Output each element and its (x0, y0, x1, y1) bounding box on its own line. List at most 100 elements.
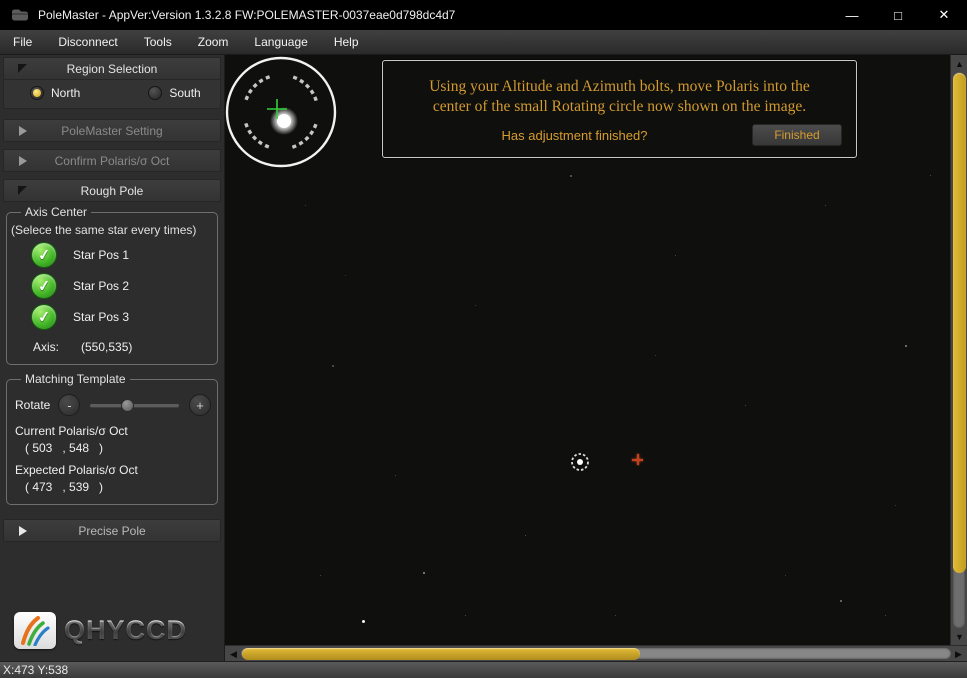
starfield[interactable]: Using your Altitude and Azimuth bolts, m… (225, 55, 950, 645)
star-dot (655, 355, 656, 356)
star-dot (395, 475, 396, 476)
status-bar: X:473 Y:538 (0, 661, 967, 678)
expander-collapsed-icon (19, 156, 27, 166)
section-label: Region Selection (27, 62, 197, 76)
star-pos-3-row: ✓ Star Pos 3 (31, 304, 211, 330)
star-pos-1-row: ✓ Star Pos 1 (31, 242, 211, 268)
star-dot (345, 275, 346, 276)
check-icon: ✓ (37, 245, 51, 264)
scroll-up-arrow-icon[interactable]: ▲ (951, 56, 967, 71)
rotate-slider[interactable] (88, 394, 181, 416)
menu-file[interactable]: File (0, 30, 45, 54)
vertical-scrollbar[interactable]: ▲ ▼ (950, 55, 967, 645)
red-cross-marker (632, 454, 643, 465)
star-dot (423, 572, 425, 574)
matching-template-legend: Matching Template (21, 372, 130, 386)
axis-center-hint: (Selece the same star every times) (11, 223, 211, 237)
section-precise-pole[interactable]: Precise Pole (3, 519, 221, 542)
horizontal-scroll-thumb[interactable] (242, 648, 640, 660)
rotating-circle-overlay (225, 55, 341, 173)
star-dot (840, 600, 842, 602)
slider-thumb[interactable] (121, 399, 134, 412)
star-dot (825, 205, 826, 206)
app-icon (10, 8, 30, 22)
section-label: PoleMaster Setting (27, 124, 197, 138)
section-confirm-polaris[interactable]: Confirm Polaris/σ Oct (3, 149, 221, 172)
app-window: PoleMaster - AppVer:Version 1.3.2.8 FW:P… (0, 0, 967, 678)
radio-south[interactable]: South (148, 86, 200, 100)
axis-center-group: Axis Center (Selece the same star every … (6, 212, 218, 365)
title-bar: PoleMaster - AppVer:Version 1.3.2.8 FW:P… (0, 0, 967, 30)
current-polaris-value: ( 503 , 548 ) (25, 441, 211, 455)
star-reticle-marker (568, 450, 592, 474)
region-radio-group: North South (3, 80, 221, 109)
sidebar: Region Selection North South PoleMaster … (0, 55, 225, 661)
expander-expanded-icon (18, 64, 27, 73)
axis-center-legend: Axis Center (21, 205, 91, 219)
radio-south-icon (148, 86, 162, 100)
star-dot (465, 615, 466, 616)
star-dot (615, 615, 616, 616)
menu-tools[interactable]: Tools (131, 30, 185, 54)
section-rough-pole[interactable]: Rough Pole (3, 179, 221, 202)
star-pos-2-label: Star Pos 2 (73, 279, 129, 293)
star-dot (525, 535, 526, 536)
star-dot (320, 575, 321, 576)
expander-collapsed-icon (19, 126, 27, 136)
section-region-selection[interactable]: Region Selection (3, 57, 221, 80)
expected-polaris-label: Expected Polaris/σ Oct (15, 463, 211, 477)
check-icon: ✓ (37, 276, 51, 295)
menu-language[interactable]: Language (241, 30, 320, 54)
rotate-minus-button[interactable]: - (58, 394, 80, 416)
star-dot (675, 255, 676, 256)
star-pos-1-button[interactable]: ✓ (31, 242, 57, 268)
cursor-coordinates: X:473 Y:538 (0, 663, 68, 677)
scroll-left-arrow-icon[interactable]: ◀ (226, 646, 241, 662)
axis-label: Axis: (33, 340, 59, 354)
star-dot (885, 615, 886, 616)
maximize-button[interactable]: □ (875, 0, 921, 30)
section-label: Precise Pole (27, 524, 197, 538)
section-polemaster-setting[interactable]: PoleMaster Setting (3, 119, 221, 142)
qhyccd-logo-icon (14, 612, 56, 649)
vertical-scroll-thumb[interactable] (953, 73, 966, 573)
star-dot (905, 345, 907, 347)
rotate-plus-button[interactable]: + (189, 394, 211, 416)
current-polaris-label: Current Polaris/σ Oct (15, 424, 211, 438)
star-dot (362, 620, 365, 623)
radio-south-label: South (169, 86, 200, 100)
menu-help[interactable]: Help (321, 30, 372, 54)
slider-track (90, 404, 179, 407)
matching-template-group: Matching Template Rotate - + Current Pol… (6, 379, 218, 505)
axis-value: (550,535) (81, 340, 132, 354)
star-dot (305, 205, 306, 206)
qhyccd-logo: QHYCCD (14, 612, 187, 649)
radio-north-icon (30, 86, 44, 100)
qhyccd-logo-text: QHYCCD (64, 615, 187, 646)
finished-button[interactable]: Finished (752, 124, 842, 146)
close-button[interactable]: ✕ (921, 0, 967, 30)
radio-north[interactable]: North (30, 86, 80, 100)
star-pos-2-button[interactable]: ✓ (31, 273, 57, 299)
section-label: Confirm Polaris/σ Oct (27, 154, 197, 168)
expected-polaris-value: ( 473 , 539 ) (25, 480, 211, 494)
window-title: PoleMaster - AppVer:Version 1.3.2.8 FW:P… (38, 8, 829, 22)
menu-zoom[interactable]: Zoom (185, 30, 242, 54)
scroll-right-arrow-icon[interactable]: ▶ (951, 646, 966, 662)
star-dot (332, 365, 334, 367)
check-icon: ✓ (37, 307, 51, 326)
scroll-down-arrow-icon[interactable]: ▼ (951, 629, 967, 644)
instruction-text: Using your Altitude and Azimuth bolts, m… (383, 61, 856, 118)
star-dot (785, 575, 786, 576)
star-pos-1-label: Star Pos 1 (73, 248, 129, 262)
expander-expanded-icon (18, 186, 27, 195)
menu-bar: File Disconnect Tools Zoom Language Help (0, 30, 967, 55)
star-pos-3-label: Star Pos 3 (73, 310, 129, 324)
star-dot (570, 175, 572, 177)
horizontal-scrollbar[interactable]: ◀ ▶ (225, 645, 967, 661)
minimize-button[interactable]: — (829, 0, 875, 30)
adjustment-question-label: Has adjustment finished? (397, 128, 752, 143)
star-pos-3-button[interactable]: ✓ (31, 304, 57, 330)
star-dot (745, 405, 746, 406)
menu-disconnect[interactable]: Disconnect (45, 30, 130, 54)
